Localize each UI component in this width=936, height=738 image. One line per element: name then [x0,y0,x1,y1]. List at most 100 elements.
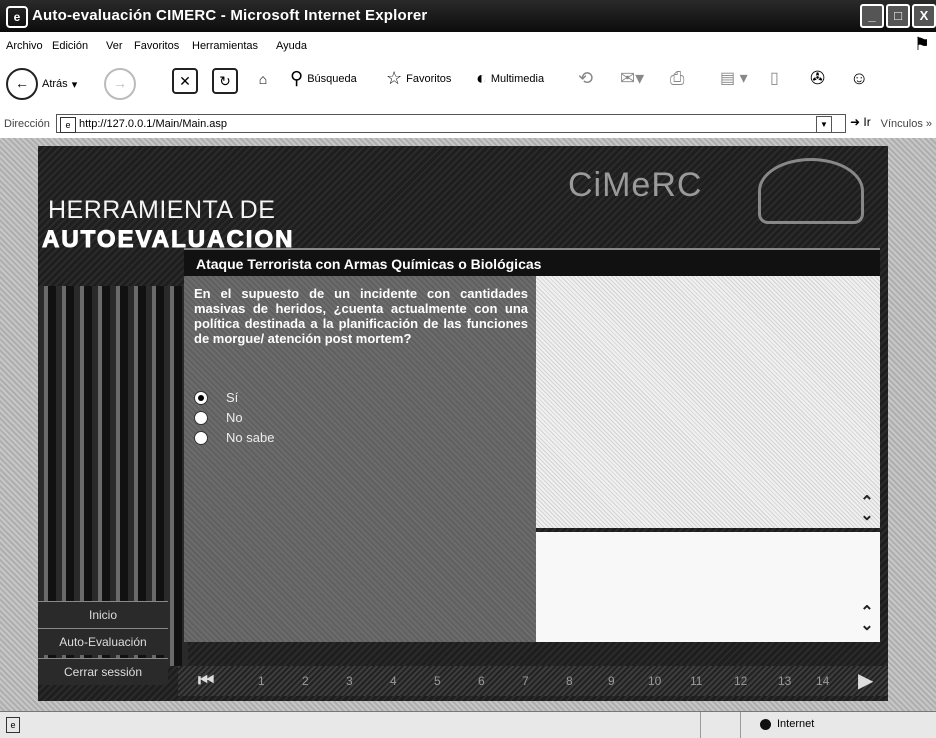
page-9[interactable]: 9 [608,674,615,688]
menu-bar: Archivo Edición Ver Favoritos Herramient… [0,32,936,61]
media-icon: ◐ [476,68,487,88]
links-label[interactable]: Vínculos » [881,118,932,130]
back-dropdown-icon: ▾ [71,78,78,91]
page-4[interactable]: 4 [390,674,397,688]
option-no-sabe-label: No sabe [226,430,275,445]
browser-toolbar: ← Atrás ▾ → ✕ ↻ ⌂ ⚲ Búsqueda ☆ Favoritos… [0,60,936,113]
address-bar: Dirección http://127.0.0.1/Main/Main.asp… [0,112,936,139]
scroll-arrows-icon[interactable]: ⌃ ⌄ [860,495,874,524]
back-button[interactable]: ← Atrás ▾ [6,68,77,100]
page-6[interactable]: 6 [478,674,485,688]
history-icon: ⟲ [578,68,594,88]
page-13[interactable]: 13 [778,674,791,688]
status-divider [740,712,741,738]
home-icon: ⌂ [252,68,274,90]
option-no-sabe[interactable]: No sabe [194,430,274,445]
messenger-icon: ☺ [850,68,869,88]
menu-herramientas[interactable]: Herramientas [192,40,258,52]
search-icon: ⚲ [290,68,304,88]
cimerc-logo: CiMeRC [568,166,703,204]
page-10[interactable]: 10 [648,674,661,688]
nav-logout-button[interactable]: Cerrar sessión [38,658,168,685]
question-pager: ⏮ 1 2 3 4 5 6 7 8 9 10 11 12 13 14 ▶ [178,666,888,696]
multimedia-button[interactable]: ◐ Multimedia [476,68,544,89]
page-7[interactable]: 7 [522,674,529,688]
page-14[interactable]: 14 [816,674,829,688]
discuss-button[interactable]: ▯ [770,68,779,88]
window-titlebar: e Auto-evaluación CIMERC - Microsoft Int… [0,0,936,32]
next-page-icon[interactable]: ▶ [858,668,873,693]
menu-ver[interactable]: Ver [106,40,123,52]
research-button[interactable]: ✇ [810,68,825,89]
page-12[interactable]: 12 [734,674,747,688]
option-no-label: No [226,410,243,425]
address-dropdown-icon[interactable]: ▼ [816,116,832,133]
security-zone: Internet [760,718,814,730]
option-si-label: Sí [226,390,239,405]
messenger-button[interactable]: ☺ [850,68,868,89]
window-title: Auto-evaluación CIMERC - Microsoft Inter… [32,7,428,24]
maximize-button[interactable]: □ [886,4,910,28]
page-icon: e [60,117,76,133]
menu-favoritos[interactable]: Favoritos [134,40,179,52]
home-button[interactable]: ⌂ [252,68,274,90]
go-label: Ir [863,115,871,129]
status-divider [700,712,701,738]
page-status-icon: e [6,717,20,733]
status-bar: e Internet [0,711,936,738]
address-label: Dirección [4,118,50,130]
multimedia-label: Multimedia [490,72,545,85]
forward-arrow-icon: → [104,68,136,100]
radio-no-sabe[interactable] [194,430,208,445]
mail-button[interactable]: ✉▾ [620,68,644,89]
question-panel: En el supuesto de un incidente con canti… [184,276,536,642]
zone-label: Internet [777,718,815,730]
radio-no[interactable] [194,410,208,425]
search-button[interactable]: ⚲ Búsqueda [290,68,357,89]
minimize-button[interactable]: _ [860,4,884,28]
forward-button[interactable]: → [104,68,136,100]
mail-icon: ✉▾ [620,68,645,88]
radio-si[interactable] [194,390,208,405]
option-no[interactable]: No [194,410,243,425]
page-11[interactable]: 11 [690,674,702,688]
url-input[interactable]: http://127.0.0.1/Main/Main.asp [56,114,846,133]
favorites-button[interactable]: ☆ Favoritos [386,68,451,89]
page-5[interactable]: 5 [434,674,441,688]
first-page-icon[interactable]: ⏮ [198,670,214,691]
refresh-icon: ↻ [212,68,238,94]
partner-logo-icon [758,158,864,224]
option-si[interactable]: Sí [194,390,238,405]
scroll-arrows-icon-bottom[interactable]: ⌃ ⌄ [860,605,874,634]
history-button[interactable]: ⟲ [578,68,593,89]
print-button[interactable]: ⎙ [670,68,684,89]
question-header: Ataque Terrorista con Armas Químicas o B… [184,248,880,276]
page-1[interactable]: 1 [258,674,265,688]
page-content: HERRAMIENTA DE AUTOEVALUACION CiMeRC Ini… [0,138,936,711]
favorites-label: Favoritos [406,72,452,85]
refresh-button[interactable]: ↻ [212,68,238,94]
back-label: Atrás [42,78,68,90]
page-3[interactable]: 3 [346,674,353,688]
back-arrow-icon: ← [6,68,38,100]
edit-button[interactable]: ▤ ▾ [720,68,748,88]
app-frame: HERRAMIENTA DE AUTOEVALUACION CiMeRC Ini… [38,146,888,701]
edit-icon: ▤ ▾ [720,70,748,87]
page-2[interactable]: 2 [302,674,309,688]
nav-inicio-button[interactable]: Inicio [38,601,168,628]
page-title: HERRAMIENTA DE [48,196,276,224]
page-8[interactable]: 8 [566,674,573,688]
info-panel-top: ⌃ ⌄ [536,276,880,528]
nav-autoevaluacion-button[interactable]: Auto-Evaluación [38,628,168,655]
info-panel-bottom: ⌃ ⌄ [536,532,880,642]
menu-edicion[interactable]: Edición [52,40,88,52]
go-button[interactable]: ➜ Ir [850,115,871,129]
discuss-icon: ▯ [770,70,779,87]
question-text: En el supuesto de un incidente con canti… [194,286,528,346]
close-button[interactable]: X [912,4,936,28]
menu-ayuda[interactable]: Ayuda [276,40,307,52]
research-icon: ✇ [810,68,826,88]
stop-button[interactable]: ✕ [172,68,198,94]
ie-logo-icon: e [6,6,28,28]
menu-archivo[interactable]: Archivo [6,40,43,52]
